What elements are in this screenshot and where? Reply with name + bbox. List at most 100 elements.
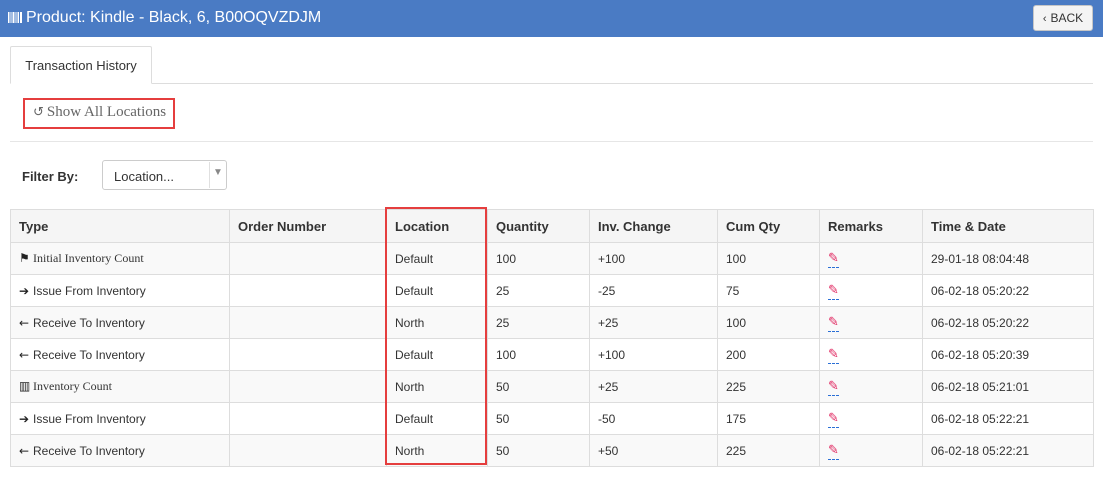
- edit-pencil-icon[interactable]: ✎: [828, 443, 839, 460]
- arrow-left-icon: ←: [19, 443, 30, 458]
- inv-change-cell: +100: [589, 242, 718, 275]
- remarks-cell: ✎: [819, 274, 923, 307]
- column-header-inv-change[interactable]: Inv. Change: [589, 209, 718, 243]
- time-date-cell: 06-02-18 05:21:01: [922, 370, 1094, 403]
- location-cell: Default: [386, 402, 488, 435]
- inv-change-cell: -50: [589, 402, 718, 435]
- tabs-divider: [10, 83, 1093, 84]
- location-cell: Default: [386, 338, 488, 371]
- cum-qty-cell: 200: [717, 338, 820, 371]
- quantity-cell: 50: [487, 402, 590, 435]
- cum-qty-cell: 100: [717, 306, 820, 339]
- type-cell: ⚑ Initial Inventory Count: [10, 242, 230, 275]
- column-header-quantity[interactable]: Quantity: [487, 209, 590, 243]
- order-number-cell: [229, 338, 387, 371]
- tab-transaction-history[interactable]: Transaction History: [10, 46, 152, 84]
- column-header-time-date[interactable]: Time & Date: [922, 209, 1094, 243]
- time-date-cell: 06-02-18 05:20:22: [922, 306, 1094, 339]
- type-cell: ← Receive To Inventory: [10, 338, 230, 371]
- inv-change-cell: +25: [589, 306, 718, 339]
- arrow-right-icon: ➔: [19, 411, 30, 426]
- time-date-cell: 06-02-18 05:20:39: [922, 338, 1094, 371]
- order-number-cell: [229, 434, 387, 467]
- flag-icon: ⚑: [19, 251, 30, 265]
- type-label: Receive To Inventory: [33, 443, 145, 458]
- section-divider: [10, 141, 1093, 142]
- cum-qty-cell: 225: [717, 370, 820, 403]
- type-cell: ➔ Issue From Inventory: [10, 274, 230, 307]
- column-header-remarks[interactable]: Remarks: [819, 209, 923, 243]
- cum-qty-cell: 175: [717, 402, 820, 435]
- location-cell: Default: [386, 242, 488, 275]
- order-number-cell: [229, 402, 387, 435]
- edit-pencil-icon[interactable]: ✎: [828, 315, 839, 332]
- column-header-type[interactable]: Type: [10, 209, 230, 243]
- type-label: Issue From Inventory: [33, 283, 146, 298]
- page-title: Product: Kindle - Black, 6, B00OQVZDJM: [26, 9, 322, 26]
- chevron-down-icon: ▼: [213, 167, 223, 178]
- table-row: ⚑ Initial Inventory Count Default 100 +10…: [10, 242, 1094, 275]
- location-cell: North: [386, 306, 488, 339]
- column-header-cum-qty[interactable]: Cum Qty: [717, 209, 820, 243]
- type-label: Receive To Inventory: [33, 315, 145, 330]
- edit-pencil-icon[interactable]: ✎: [828, 347, 839, 364]
- type-cell: ← Receive To Inventory: [10, 306, 230, 339]
- quantity-cell: 25: [487, 306, 590, 339]
- arrow-left-icon: ←: [19, 315, 30, 330]
- remarks-cell: ✎: [819, 434, 923, 467]
- time-date-cell: 06-02-18 05:22:21: [922, 402, 1094, 435]
- top-bar: Product: Kindle - Black, 6, B00OQVZDJM ‹…: [0, 0, 1103, 37]
- quantity-cell: 50: [487, 434, 590, 467]
- location-select[interactable]: Location... ▼: [102, 160, 227, 190]
- time-date-cell: 29-01-18 08:04:48: [922, 242, 1094, 275]
- chevron-left-icon: ‹: [1042, 13, 1047, 25]
- column-header-location[interactable]: Location: [386, 209, 488, 243]
- type-cell: ← Receive To Inventory: [10, 434, 230, 467]
- location-cell: North: [386, 370, 488, 403]
- order-number-cell: [229, 242, 387, 275]
- quantity-cell: 50: [487, 370, 590, 403]
- table-row: ← Receive To Inventory Default 100 +100 2…: [10, 338, 1094, 371]
- back-button-label: BACK: [1050, 11, 1084, 25]
- back-button[interactable]: ‹ BACK: [1033, 5, 1093, 31]
- type-label: Issue From Inventory: [33, 411, 146, 426]
- inv-change-cell: +25: [589, 370, 718, 403]
- barcode-icon: [8, 12, 22, 23]
- type-cell: ▥ Inventory Count: [10, 370, 230, 403]
- order-number-cell: [229, 370, 387, 403]
- show-all-locations-label: Show All Locations: [46, 104, 167, 120]
- arrow-left-icon: ←: [19, 347, 30, 362]
- select-divider: [209, 162, 210, 188]
- table-row: ← Receive To Inventory North 50 +50 225 ✎…: [10, 434, 1094, 467]
- remarks-cell: ✎: [819, 338, 923, 371]
- table-row: ➔ Issue From Inventory Default 25 -25 75 …: [10, 274, 1094, 307]
- location-cell: Default: [386, 274, 488, 307]
- remarks-cell: ✎: [819, 306, 923, 339]
- table-header-row: Type Order Number Location Quantity Inv.…: [10, 209, 1094, 243]
- edit-pencil-icon[interactable]: ✎: [828, 251, 839, 268]
- inv-change-cell: +100: [589, 338, 718, 371]
- transaction-table: Type Order Number Location Quantity Inv.…: [10, 209, 1094, 467]
- show-all-locations-link[interactable]: ↺ Show All Locations: [33, 104, 166, 121]
- reload-icon: ↺: [33, 105, 44, 120]
- remarks-cell: ✎: [819, 242, 923, 275]
- edit-pencil-icon[interactable]: ✎: [828, 411, 839, 428]
- location-cell: North: [386, 434, 488, 467]
- cum-qty-cell: 225: [717, 434, 820, 467]
- quantity-cell: 25: [487, 274, 590, 307]
- edit-pencil-icon[interactable]: ✎: [828, 379, 839, 396]
- order-number-cell: [229, 306, 387, 339]
- inv-change-cell: +50: [589, 434, 718, 467]
- type-cell: ➔ Issue From Inventory: [10, 402, 230, 435]
- barcode-icon: ▥: [19, 379, 31, 393]
- time-date-cell: 06-02-18 05:22:21: [922, 434, 1094, 467]
- column-header-order-number[interactable]: Order Number: [229, 209, 387, 243]
- time-date-cell: 06-02-18 05:20:22: [922, 274, 1094, 307]
- order-number-cell: [229, 274, 387, 307]
- table-row: ← Receive To Inventory North 25 +25 100 ✎…: [10, 306, 1094, 339]
- type-label: Receive To Inventory: [33, 347, 145, 362]
- table-row: ➔ Issue From Inventory Default 50 -50 175…: [10, 402, 1094, 435]
- edit-pencil-icon[interactable]: ✎: [828, 283, 839, 300]
- location-select-value: Location...: [114, 169, 174, 184]
- arrow-right-icon: ➔: [19, 283, 30, 298]
